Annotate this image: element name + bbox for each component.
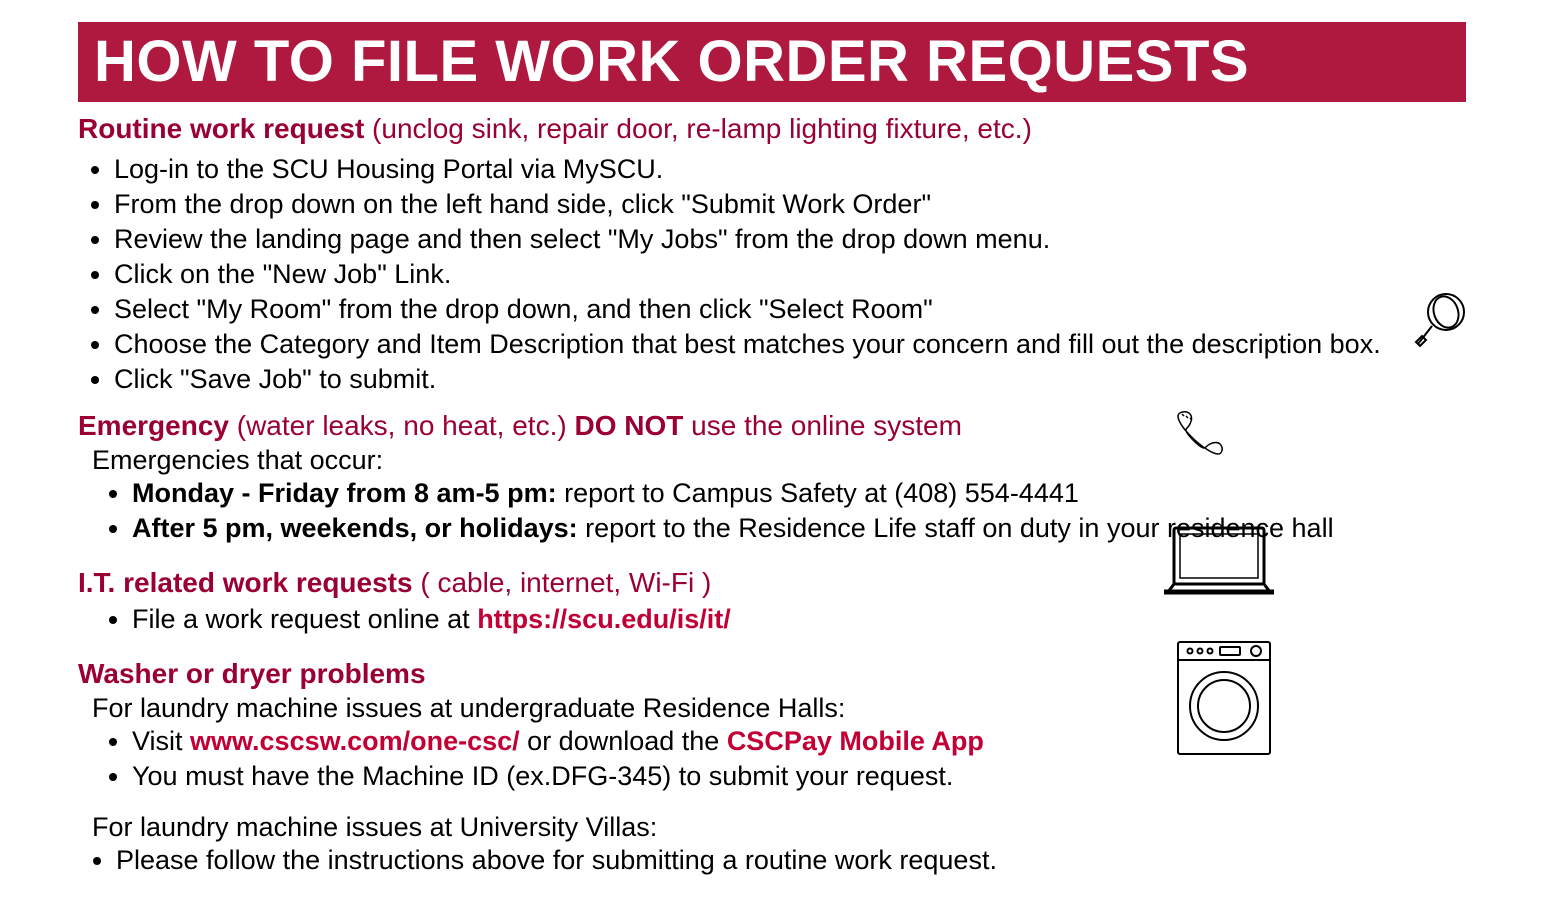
routine-step: Select "My Room" from the drop down, and…	[114, 292, 1466, 327]
emergency-intro: Emergencies that occur:	[92, 445, 1466, 476]
routine-step: Review the landing page and then select …	[114, 222, 1466, 257]
emergency-item-bold: After 5 pm, weekends, or holidays:	[132, 513, 578, 543]
page: HOW TO FILE WORK ORDER REQUESTS Routine …	[0, 0, 1544, 908]
laundry-link[interactable]: www.cscsw.com/one-csc/	[190, 726, 520, 756]
it-lead: I.T. related work requests	[78, 567, 413, 598]
it-detail: ( cable, internet, Wi-Fi )	[413, 567, 712, 598]
laundry-lead: Washer or dryer problems	[78, 658, 426, 689]
emergency-donot: DO NOT	[574, 410, 683, 441]
emergency-header: Emergency (water leaks, no heat, etc.) D…	[78, 407, 1466, 445]
routine-detail: (unclog sink, repair door, re-lamp light…	[364, 113, 1032, 144]
laundry-step: You must have the Machine ID (ex.DFG-345…	[132, 759, 1466, 794]
routine-lead: Routine work request	[78, 113, 364, 144]
it-step: File a work request online at https://sc…	[132, 602, 1466, 637]
emergency-lead: Emergency	[78, 410, 229, 441]
emergency-item: Monday - Friday from 8 am-5 pm: report t…	[132, 476, 1466, 511]
villas-steps: Please follow the instructions above for…	[116, 843, 1466, 878]
page-title: HOW TO FILE WORK ORDER REQUESTS	[78, 22, 1466, 102]
laundry-app[interactable]: CSCPay Mobile App	[727, 726, 984, 756]
it-steps: File a work request online at https://sc…	[132, 602, 1466, 637]
emergency-item-bold: Monday - Friday from 8 am-5 pm:	[132, 478, 557, 508]
routine-steps: Log-in to the SCU Housing Portal via MyS…	[114, 152, 1466, 398]
laundry-step-mid: or download the	[520, 726, 727, 756]
villas-step: Please follow the instructions above for…	[116, 843, 1466, 878]
emergency-detail1: (water leaks, no heat, etc.)	[229, 410, 575, 441]
laundry-step-text: Visit	[132, 726, 190, 756]
routine-step: From the drop down on the left hand side…	[114, 187, 1466, 222]
washer-icon	[1174, 638, 1274, 758]
routine-step: Click on the "New Job" Link.	[114, 257, 1466, 292]
emergency-detail2: use the online system	[683, 410, 962, 441]
it-step-text: File a work request online at	[132, 604, 477, 634]
routine-header: Routine work request (unclog sink, repai…	[78, 110, 1466, 148]
magnifier-icon	[1412, 290, 1474, 352]
routine-step: Log-in to the SCU Housing Portal via MyS…	[114, 152, 1466, 187]
routine-step: Click "Save Job" to submit.	[114, 362, 1466, 397]
laptop-icon	[1160, 522, 1278, 600]
routine-step: Choose the Category and Item Description…	[114, 327, 1466, 362]
emergency-item-rest: report to Campus Safety at (408) 554-444…	[557, 478, 1079, 508]
phone-icon	[1172, 408, 1226, 456]
it-link[interactable]: https://scu.edu/is/it/	[477, 604, 731, 634]
villas-intro: For laundry machine issues at University…	[92, 812, 1466, 843]
